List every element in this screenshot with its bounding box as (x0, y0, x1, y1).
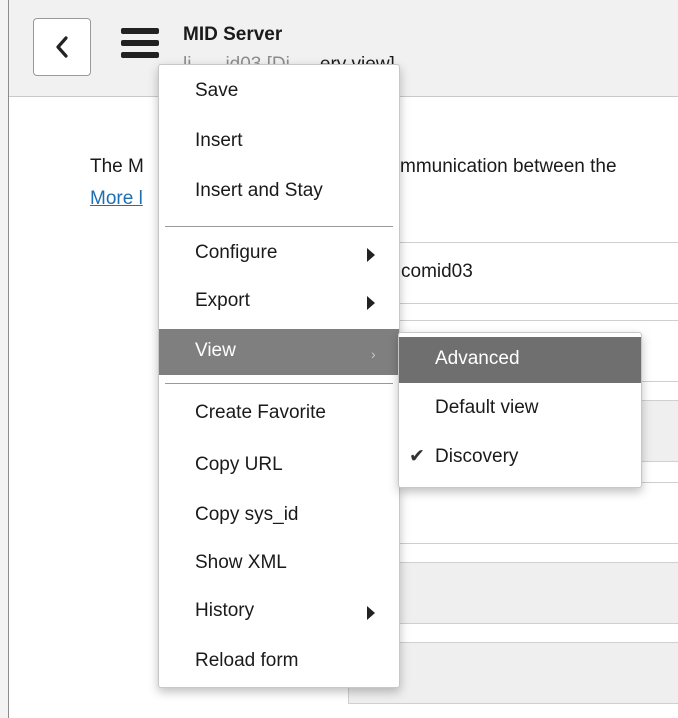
menu-item-create-favorite[interactable]: Create Favorite (159, 391, 399, 437)
menu-item-copy-sys-id[interactable]: Copy sys_id (159, 493, 399, 539)
caret-right-icon (367, 296, 375, 310)
menu-item-view[interactable]: View › (159, 329, 399, 375)
menu-item-export[interactable]: Export (159, 279, 399, 325)
submenu-item-discovery[interactable]: ✔ Discovery (399, 435, 641, 481)
checkmark-icon: ✔ (409, 446, 425, 467)
name-field-value: comid03 (401, 261, 473, 282)
chevron-left-icon (56, 36, 68, 58)
back-button[interactable] (33, 18, 91, 76)
intro-text-left: The M (90, 156, 144, 177)
menu-item-insert-and-stay[interactable]: Insert and Stay (159, 169, 399, 215)
caret-right-icon (367, 606, 375, 620)
caret-right-icon (367, 248, 375, 262)
menu-item-history[interactable]: History (159, 589, 399, 635)
left-border (0, 0, 9, 718)
menu-item-show-xml[interactable]: Show XML (159, 541, 399, 587)
submenu-item-default-view[interactable]: Default view (399, 386, 641, 432)
menu-item-save[interactable]: Save (159, 69, 399, 115)
menu-item-insert[interactable]: Insert (159, 119, 399, 165)
hamburger-icon[interactable] (121, 28, 159, 62)
menu-item-copy-url[interactable]: Copy URL (159, 443, 399, 489)
form-title: MID Server (183, 24, 283, 45)
menu-item-reload-form[interactable]: Reload form (159, 639, 399, 685)
more-info-link[interactable]: More l (90, 188, 143, 210)
context-menu: Save Insert Insert and Stay Configure Ex… (158, 64, 400, 688)
view-submenu: Advanced Default view ✔ Discovery (398, 332, 642, 488)
menu-item-configure[interactable]: Configure (159, 231, 399, 277)
submenu-item-advanced[interactable]: Advanced (399, 337, 641, 383)
caret-right-icon: › (371, 346, 376, 362)
menu-separator (165, 226, 393, 227)
menu-separator (165, 383, 393, 384)
intro-text-right: mmunication between the (400, 156, 617, 177)
